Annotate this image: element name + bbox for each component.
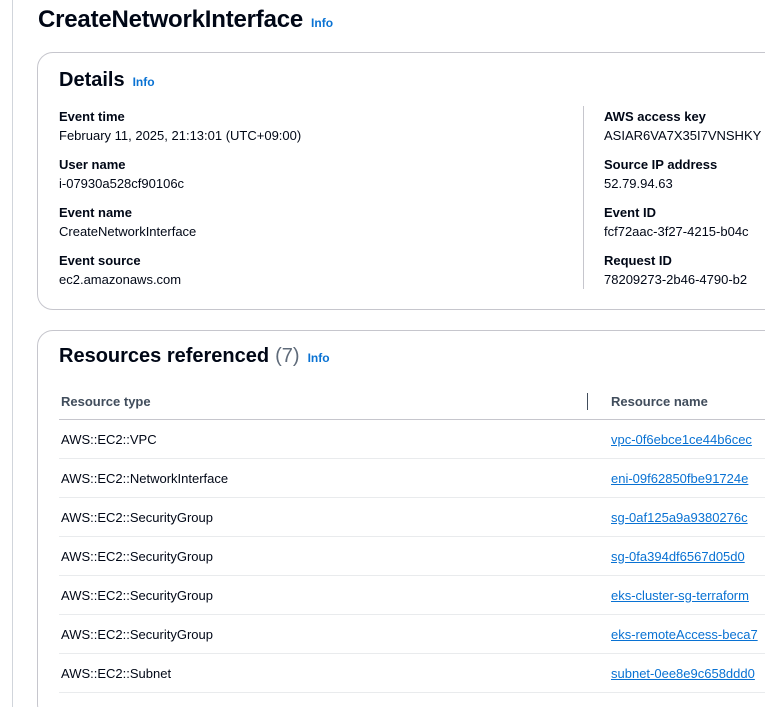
resource-name-link[interactable]: eks-remoteAccess-beca7 <box>611 627 758 642</box>
header-info-link[interactable]: Info <box>311 16 333 30</box>
resource-name-cell: vpc-0f6ebce1ce44b6cec <box>609 419 765 459</box>
resources-title: Resources referenced <box>59 345 270 367</box>
table-row: AWS::EC2::SecurityGroup eks-remoteAccess… <box>59 614 765 654</box>
details-info-link[interactable]: Info <box>133 75 155 89</box>
table-row: AWS::EC2::NetworkInterface eni-09f62850f… <box>59 458 765 498</box>
user-name-label: User name <box>59 157 126 172</box>
resource-name-cell: eks-remoteAccess-beca7 <box>609 614 765 654</box>
column-header-resource-type[interactable]: Resource type <box>59 383 609 420</box>
event-time-field: Event time February 11, 2025, 21:13:01 (… <box>59 107 579 155</box>
details-left-column: Event time February 11, 2025, 21:13:01 (… <box>59 107 579 299</box>
page-title: CreateNetworkInterface <box>38 6 304 33</box>
request-id-value: 78209273-2b46-4790-b2 <box>604 272 748 287</box>
resource-type-cell: AWS::EC2::SecurityGroup <box>59 497 609 537</box>
table-row: AWS::EC2::Subnet subnet-0ee8e9c658ddd0 <box>59 653 765 693</box>
resource-type-cell: AWS::EC2::SecurityGroup <box>59 575 609 615</box>
resource-type-cell: AWS::EC2::NetworkInterface <box>59 458 609 498</box>
event-id-label: Event ID <box>604 205 657 220</box>
column-header-resource-type-label: Resource type <box>61 393 151 409</box>
resource-name-link[interactable]: sg-0af125a9a9380276c <box>611 510 748 525</box>
resource-name-cell: sg-0fa394df6567d05d0 <box>609 536 765 576</box>
resource-name-link[interactable]: eks-cluster-sg-terraform <box>611 588 749 603</box>
access-key-value: ASIAR6VA7X35I7VNSHKY <box>604 128 762 143</box>
source-ip-label: Source IP address <box>604 157 718 172</box>
details-title: Details <box>59 69 125 91</box>
resource-type-cell: AWS::EC2::Subnet <box>59 653 609 693</box>
resources-count: (7) <box>275 345 300 367</box>
resource-name-cell: subnet-0ee8e9c658ddd0 <box>609 653 765 693</box>
resource-name-cell: sg-0af125a9a9380276c <box>609 497 765 537</box>
user-name-field: User name i-07930a528cf90106c <box>59 155 579 203</box>
column-header-resource-name[interactable]: Resource name <box>609 383 765 420</box>
source-ip-field: Source IP address 52.79.94.63 <box>604 155 765 203</box>
resources-card: Resources referenced (7) Info Resource t… <box>37 330 765 707</box>
access-key-field: AWS access key ASIAR6VA7X35I7VNSHKY <box>604 107 765 155</box>
resource-type-cell: AWS::EC2::SecurityGroup <box>59 536 609 576</box>
column-resize-handle[interactable] <box>587 393 588 410</box>
resource-name-link[interactable]: vpc-0f6ebce1ce44b6cec <box>611 432 752 447</box>
event-source-field: Event source ec2.amazonaws.com <box>59 251 579 299</box>
details-card: Details Info Event time February 11, 202… <box>37 52 765 310</box>
resource-name-link[interactable]: subnet-0ee8e9c658ddd0 <box>611 666 755 681</box>
event-name-label: Event name <box>59 205 132 220</box>
table-row: AWS::EC2::SecurityGroup sg-0af125a9a9380… <box>59 497 765 537</box>
page-header: CreateNetworkInterface Info <box>38 6 333 34</box>
resource-name-link[interactable]: eni-09f62850fbe91724e <box>611 471 748 486</box>
source-ip-value: 52.79.94.63 <box>604 176 673 191</box>
access-key-label: AWS access key <box>604 109 706 124</box>
resource-type-cell: AWS::EC2::VPC <box>59 419 609 459</box>
event-source-label: Event source <box>59 253 141 268</box>
event-id-value: fcf72aac-3f27-4215-b04c <box>604 224 749 239</box>
resources-table: Resource type Resource name AWS::EC2::VP… <box>59 383 765 693</box>
event-time-label: Event time <box>59 109 125 124</box>
resource-type-cell: AWS::EC2::SecurityGroup <box>59 614 609 654</box>
user-name-value: i-07930a528cf90106c <box>59 176 185 191</box>
details-header: Details Info <box>59 69 155 92</box>
event-time-value: February 11, 2025, 21:13:01 (UTC+09:00) <box>59 128 302 143</box>
event-source-value: ec2.amazonaws.com <box>59 272 182 287</box>
request-id-label: Request ID <box>604 253 672 268</box>
column-header-resource-name-label: Resource name <box>611 393 708 409</box>
event-name-field: Event name CreateNetworkInterface <box>59 203 579 251</box>
details-right-column: AWS access key ASIAR6VA7X35I7VNSHKY Sour… <box>604 107 765 299</box>
table-header-row: Resource type Resource name <box>59 383 765 420</box>
resource-name-cell: eks-cluster-sg-terraform <box>609 575 765 615</box>
event-name-value: CreateNetworkInterface <box>59 224 197 239</box>
resources-header: Resources referenced (7) Info <box>59 345 330 368</box>
table-row: AWS::EC2::SecurityGroup sg-0fa394df6567d… <box>59 536 765 576</box>
resource-name-cell: eni-09f62850fbe91724e <box>609 458 765 498</box>
event-id-field: Event ID fcf72aac-3f27-4215-b04c <box>604 203 765 251</box>
event-detail-page: CreateNetworkInterface Info Details Info… <box>0 0 765 707</box>
request-id-field: Request ID 78209273-2b46-4790-b2 <box>604 251 765 299</box>
resource-name-link[interactable]: sg-0fa394df6567d05d0 <box>611 549 745 564</box>
table-row: AWS::EC2::VPC vpc-0f6ebce1ce44b6cec <box>59 419 765 459</box>
resources-info-link[interactable]: Info <box>308 351 330 365</box>
details-column-divider <box>583 106 584 289</box>
left-panel-edge <box>12 0 13 707</box>
table-row: AWS::EC2::SecurityGroup eks-cluster-sg-t… <box>59 575 765 615</box>
